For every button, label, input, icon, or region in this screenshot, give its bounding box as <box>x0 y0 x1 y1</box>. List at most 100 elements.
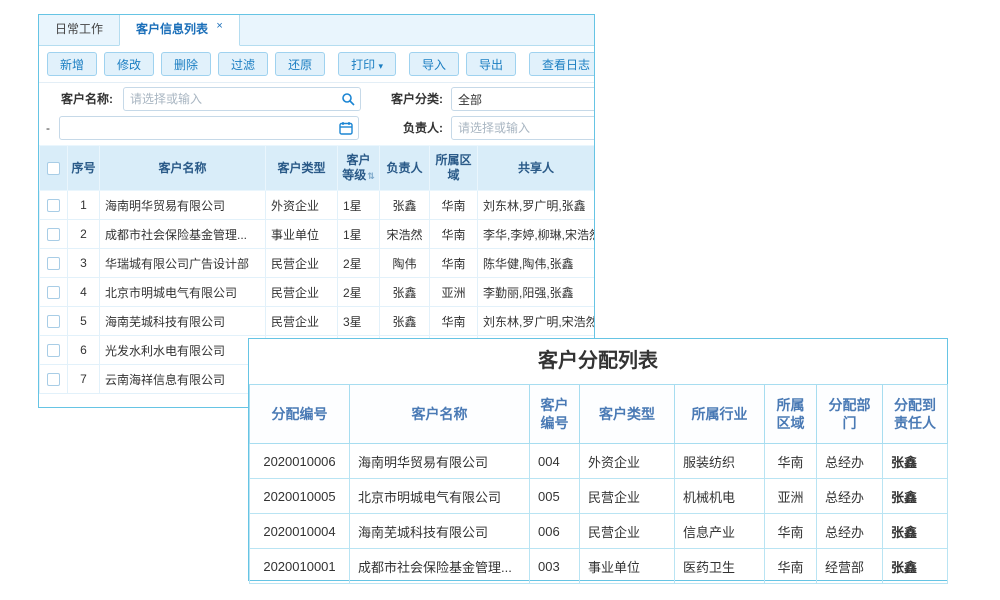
cell-customer-name[interactable]: 成都市社会保险基金管理... <box>350 549 530 584</box>
cell-assignee[interactable]: 张鑫 <box>883 549 948 584</box>
cell-type: 外资企业 <box>266 191 338 220</box>
cell-no: 4 <box>68 278 100 307</box>
export-button[interactable]: 导出 <box>466 52 516 76</box>
select-all-checkbox[interactable] <box>47 162 60 175</box>
allocation-panel: 客户分配列表 分配编号 客户名称 客户编号 客户类型 所属行业 所属区域 分配部… <box>248 338 948 581</box>
cell-owner[interactable]: 张鑫 <box>380 278 430 307</box>
cell-alloc-no[interactable]: 2020010001 <box>250 549 350 584</box>
customer-table-header-row: 序号 客户名称 客户类型 客户等级⇅ 负责人 所属区域 共享人 <box>40 146 595 191</box>
cell-owner[interactable]: 张鑫 <box>380 307 430 336</box>
view-log-button[interactable]: 查看日志 <box>529 52 595 76</box>
col-header-region: 所属区域 <box>430 146 478 191</box>
cell-no: 1 <box>68 191 100 220</box>
cell-customer-name[interactable]: 华瑞城有限公司广告设计部 <box>100 249 266 278</box>
allocation-table: 分配编号 客户名称 客户编号 客户类型 所属行业 所属区域 分配部门 分配到责任… <box>249 384 948 584</box>
cell-shared: 刘东林,罗广明,张鑫 <box>478 191 595 220</box>
cell-alloc-no[interactable]: 2020010006 <box>250 444 350 479</box>
tab-bar: 日常工作 客户信息列表 × <box>39 15 594 46</box>
cell-type: 民营企业 <box>266 307 338 336</box>
category-select[interactable] <box>451 87 595 111</box>
cell-customer-name[interactable]: 北京市明城电气有限公司 <box>100 278 266 307</box>
select-all-header <box>40 146 68 191</box>
col-header-industry: 所属行业 <box>675 385 765 444</box>
tab-label: 客户信息列表 <box>136 22 208 36</box>
col-header-assignee: 分配到责任人 <box>883 385 948 444</box>
calendar-icon[interactable] <box>339 121 353 135</box>
cell-owner[interactable]: 宋浩然 <box>380 220 430 249</box>
allocation-header-row: 分配编号 客户名称 客户编号 客户类型 所属行业 所属区域 分配部门 分配到责任… <box>250 385 948 444</box>
row-checkbox[interactable] <box>47 344 60 357</box>
sort-icon[interactable]: ⇅ <box>367 171 375 181</box>
row-checkbox[interactable] <box>47 228 60 241</box>
col-header-level: 客户等级⇅ <box>338 146 380 191</box>
cell-assignee[interactable]: 张鑫 <box>883 444 948 479</box>
cell-shared: 李华,李婷,柳琳,宋浩然,张鑫 <box>478 220 595 249</box>
row-checkbox[interactable] <box>47 257 60 270</box>
row-checkbox[interactable] <box>47 199 60 212</box>
cell-customer-name[interactable]: 海南明华贸易有限公司 <box>100 191 266 220</box>
table-row: 1 海南明华贸易有限公司 外资企业 1星 张鑫 华南 刘东林,罗广明,张鑫 <box>40 191 595 220</box>
cell-alloc-no[interactable]: 2020010004 <box>250 514 350 549</box>
cell-type: 事业单位 <box>580 549 675 584</box>
table-row: 2020010006 海南明华贸易有限公司 004 外资企业 服装纺织 华南 总… <box>250 444 948 479</box>
cell-region: 亚洲 <box>765 479 817 514</box>
cell-level: 2星 <box>338 278 380 307</box>
tab-daily-work[interactable]: 日常工作 <box>39 15 119 45</box>
desktop: 日常工作 客户信息列表 × 新增 修改 删除 过滤 还原 打印 ▾ 导入 导出 … <box>0 0 1000 600</box>
cell-customer-name[interactable]: 成都市社会保险基金管理... <box>100 220 266 249</box>
date-range-dash: - <box>46 116 50 140</box>
row-checkbox[interactable] <box>47 373 60 386</box>
category-label: 客户分类: <box>381 87 443 111</box>
cell-customer-name[interactable]: 海南芜城科技有限公司 <box>350 514 530 549</box>
cell-customer-name[interactable]: 海南明华贸易有限公司 <box>350 444 530 479</box>
cell-customer-name[interactable]: 云南海祥信息有限公司 <box>100 365 266 394</box>
cell-customer-name[interactable]: 海南芜城科技有限公司 <box>100 307 266 336</box>
owner-input[interactable] <box>451 116 595 140</box>
table-row: 3 华瑞城有限公司广告设计部 民营企业 2星 陶伟 华南 陈华健,陶伟,张鑫 <box>40 249 595 278</box>
cell-shared: 李勤丽,阳强,张鑫 <box>478 278 595 307</box>
tab-customer-info-list[interactable]: 客户信息列表 × <box>119 15 240 46</box>
cell-no: 5 <box>68 307 100 336</box>
cell-customer-name[interactable]: 北京市明城电气有限公司 <box>350 479 530 514</box>
caret-down-icon: ▾ <box>378 61 383 71</box>
owner-label: 负责人: <box>395 116 443 140</box>
col-header-type: 客户类型 <box>580 385 675 444</box>
cell-type: 民营企业 <box>266 278 338 307</box>
cell-industry: 服装纺织 <box>675 444 765 479</box>
table-row: 4 北京市明城电气有限公司 民营企业 2星 张鑫 亚洲 李勤丽,阳强,张鑫 <box>40 278 595 307</box>
cell-region: 华南 <box>430 220 478 249</box>
row-checkbox[interactable] <box>47 286 60 299</box>
toolbar: 新增 修改 删除 过滤 还原 打印 ▾ 导入 导出 查看日志 <box>39 46 594 83</box>
cell-level: 3星 <box>338 307 380 336</box>
filter-button[interactable]: 过滤 <box>218 52 268 76</box>
col-header-name: 客户名称 <box>350 385 530 444</box>
cell-no: 2 <box>68 220 100 249</box>
print-button[interactable]: 打印 ▾ <box>338 52 396 76</box>
col-header-name: 客户名称 <box>100 146 266 191</box>
col-header-dept: 分配部门 <box>817 385 883 444</box>
close-icon[interactable]: × <box>216 14 222 41</box>
cell-cust-no: 005 <box>530 479 580 514</box>
filter-bar: 客户名称: 客户分类: - 负责人: <box>39 83 594 145</box>
col-header-alloc-no: 分配编号 <box>250 385 350 444</box>
row-checkbox[interactable] <box>47 315 60 328</box>
delete-button[interactable]: 删除 <box>161 52 211 76</box>
cell-industry: 信息产业 <box>675 514 765 549</box>
cell-owner[interactable]: 张鑫 <box>380 191 430 220</box>
cell-region: 华南 <box>430 249 478 278</box>
modify-button[interactable]: 修改 <box>104 52 154 76</box>
cell-owner[interactable]: 陶伟 <box>380 249 430 278</box>
cell-industry: 医药卫生 <box>675 549 765 584</box>
date-input[interactable] <box>59 116 359 140</box>
cell-assignee[interactable]: 张鑫 <box>883 479 948 514</box>
add-button[interactable]: 新增 <box>47 52 97 76</box>
restore-button[interactable]: 还原 <box>275 52 325 76</box>
cell-no: 6 <box>68 336 100 365</box>
import-button[interactable]: 导入 <box>409 52 459 76</box>
cell-alloc-no[interactable]: 2020010005 <box>250 479 350 514</box>
search-icon[interactable] <box>341 92 355 106</box>
cell-customer-name[interactable]: 光发水利水电有限公司 <box>100 336 266 365</box>
cell-region: 华南 <box>430 307 478 336</box>
cell-assignee[interactable]: 张鑫 <box>883 514 948 549</box>
customer-name-input[interactable] <box>123 87 361 111</box>
